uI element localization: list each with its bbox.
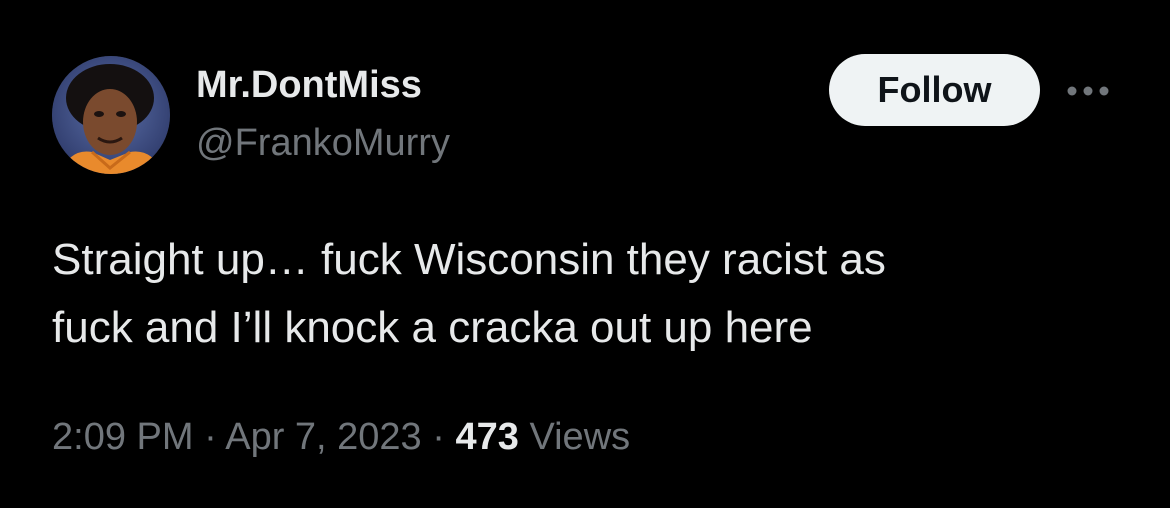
tweet-text-line: Straight up… fuck Wisconsin they racist … [52,235,886,284]
avatar[interactable] [52,56,170,174]
more-options-button[interactable] [1062,78,1114,104]
tweet-meta: 2:09 PM · Apr 7, 2023 · 473 Views [52,412,630,462]
tweet-text: Straight up… fuck Wisconsin they racist … [52,226,1132,362]
tweet: Mr.DontMiss @FrankoMurry Follow Straight… [0,0,1170,508]
meta-separator: · [204,416,217,458]
tweet-text-line: fuck and I’ll knock a cracka out up here [52,303,813,352]
user-handle[interactable]: @FrankoMurry [196,120,450,166]
display-name[interactable]: Mr.DontMiss [196,62,422,108]
views-label[interactable]: Views [529,416,630,458]
tweet-time[interactable]: 2:09 PM [52,416,194,458]
follow-button[interactable]: Follow [829,54,1040,126]
more-horizontal-icon [1067,86,1109,96]
avatar-photo [52,56,170,174]
views-count[interactable]: 473 [455,416,518,458]
tweet-date[interactable]: Apr 7, 2023 [225,416,421,458]
meta-separator: · [432,416,445,458]
